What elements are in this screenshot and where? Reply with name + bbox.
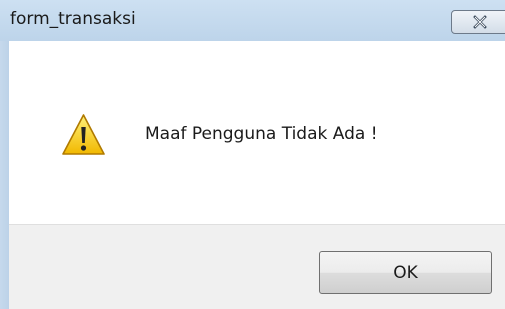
button-bar: OK [9, 224, 505, 309]
close-button[interactable] [451, 10, 505, 34]
window-frame-left [0, 41, 9, 309]
message-text: Maaf Pengguna Tidak Ada ! [145, 124, 378, 144]
window-title: form_transaksi [10, 9, 136, 29]
message-area: Maaf Pengguna Tidak Ada ! [9, 41, 505, 224]
warning-icon [62, 114, 105, 155]
message-box-dialog: form_transaksi Maaf Pengguna Tidak Ada !… [0, 0, 505, 309]
ok-button[interactable]: OK [319, 251, 492, 294]
close-x-icon [473, 15, 487, 29]
title-bar: form_transaksi [0, 0, 505, 41]
